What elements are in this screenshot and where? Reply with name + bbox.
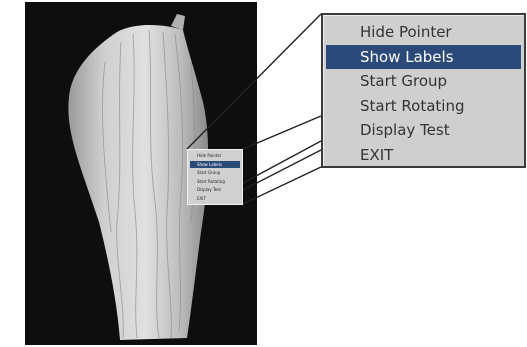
context-menu-small[interactable]: Hide Pointer Show Labels Start Group Sta… bbox=[187, 149, 243, 205]
mini-menu-item-hide-pointer[interactable]: Hide Pointer bbox=[190, 152, 240, 159]
context-menu-list: Hide Pointer Show Labels Start Group Sta… bbox=[323, 20, 524, 167]
mini-menu-item-show-labels[interactable]: Show Labels bbox=[190, 160, 240, 168]
mini-menu-item-start-rotating[interactable]: Start Rotating bbox=[190, 178, 240, 185]
mini-menu-item-start-group[interactable]: Start Group bbox=[190, 169, 240, 176]
menu-item-show-labels[interactable]: Show Labels bbox=[326, 44, 521, 69]
menu-item-start-rotating[interactable]: Start Rotating bbox=[326, 94, 521, 119]
context-menu-magnified[interactable]: Hide Pointer Show Labels Start Group Sta… bbox=[321, 13, 526, 168]
mini-menu-item-exit[interactable]: EXIT bbox=[190, 195, 240, 202]
mini-menu-item-display-test[interactable]: Display Test bbox=[190, 186, 240, 193]
menu-item-display-test[interactable]: Display Test bbox=[326, 118, 521, 143]
menu-item-hide-pointer[interactable]: Hide Pointer bbox=[326, 20, 521, 45]
menu-item-start-group[interactable]: Start Group bbox=[326, 69, 521, 94]
menu-item-exit[interactable]: EXIT bbox=[326, 143, 521, 168]
